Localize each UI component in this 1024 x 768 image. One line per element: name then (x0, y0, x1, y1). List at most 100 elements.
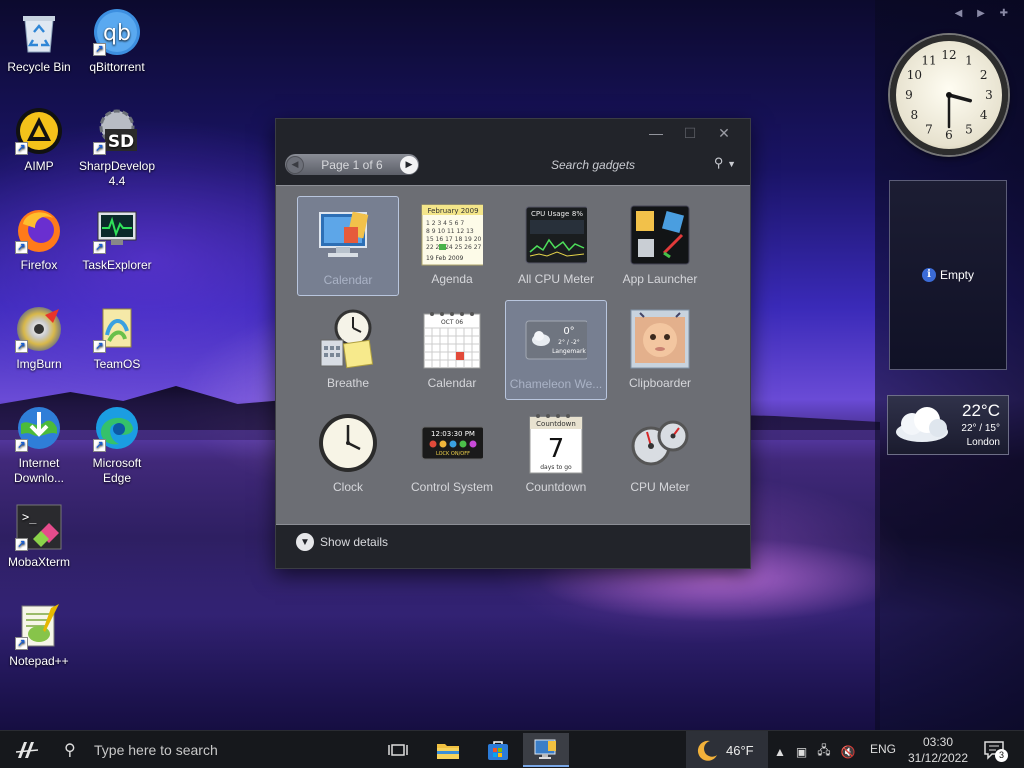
weather-city: London (966, 437, 1000, 448)
shortcut-arrow-icon: ↗ (15, 637, 28, 650)
taskbar: ⚲ Type here to search 46°F ▲ ▣ 🖧 🔇 ENG 0… (0, 730, 1024, 768)
desktop-icon-sharpdevelop[interactable]: SD ↗ SharpDevelop 4.4 (78, 107, 156, 189)
desktop-icon-label: Notepad++ (9, 654, 69, 668)
taskbar-weather-widget[interactable]: 46°F (686, 731, 768, 768)
aimp-icon: ↗ (15, 107, 63, 155)
cpu-meter-icon (629, 412, 691, 474)
desktop-icon-firefox[interactable]: ↗ Firefox (0, 206, 78, 273)
meet-now-icon[interactable]: ▣ (796, 745, 807, 759)
empty-gadget-label: Empty (939, 268, 974, 282)
system-tray: ▲ ▣ 🖧 🔇 (774, 741, 856, 762)
svg-text:8 9 10 11 12 13: 8 9 10 11 12 13 (426, 228, 474, 235)
clock-number: 7 (925, 123, 933, 137)
notification-center-button[interactable]: 3 (983, 739, 1008, 762)
countdown-title: Countdown (536, 420, 576, 428)
clock-number: 6 (945, 128, 953, 142)
search-icon: ⚲ (713, 155, 724, 170)
weather-gadget[interactable]: 22°C 22° / 15° London (887, 395, 1009, 455)
desktop-icon-label: Internet Downlo... (13, 456, 65, 485)
minimize-icon[interactable]: — (648, 125, 664, 142)
start-button[interactable] (14, 738, 40, 762)
previous-page-button[interactable]: ◀ (286, 155, 304, 174)
chevron-up-icon[interactable]: ▲ (774, 745, 786, 759)
close-icon[interactable]: ✕ (716, 125, 732, 142)
svg-text:1 2 3 4 5 6 7: 1 2 3 4 5 6 7 (426, 220, 464, 227)
next-page-button[interactable]: ▶ (399, 155, 418, 174)
file-explorer-button[interactable] (425, 733, 471, 767)
gadget-tile-agenda[interactable]: February 2009 1 2 3 4 5 6 78 9 10 11 12 1… (401, 196, 503, 296)
cpu-graph-icon: CPU Usage 8% (525, 204, 587, 266)
clock-number: 11 (921, 53, 936, 67)
desktop-icon-microsoft-edge[interactable]: ↗ Microsoft Edge (78, 404, 156, 486)
clock-number: 10 (907, 68, 922, 82)
windows-logo-icon (15, 742, 39, 758)
weather-thumb-city: Langemark (552, 348, 586, 355)
monitor-icon (317, 205, 379, 267)
page-navigator: ◀ Page 1 of 6 ▶ (285, 154, 419, 175)
microsoft-store-button[interactable] (475, 733, 521, 767)
firefox-icon: ↗ (15, 206, 63, 254)
gadget-tile-calendar[interactable]: OCT 06 Calendar (401, 300, 503, 400)
clock-number: 5 (965, 123, 973, 137)
desktop-icon-teamos[interactable]: ↗ TeamOS (78, 305, 156, 372)
clock-number: 2 (980, 68, 988, 82)
desktop-icon-notepad-plus-plus[interactable]: ↗ Notepad++ (0, 602, 78, 669)
network-icon[interactable]: 🖧 (817, 741, 830, 762)
show-details-toggle[interactable]: ▼ Show details (296, 533, 388, 551)
chevron-down-icon: ▼ (296, 533, 314, 551)
gadget-tile-breathe[interactable]: Breathe (297, 300, 399, 400)
task-view-button[interactable] (375, 733, 421, 767)
desktop-icon-internet-download-manager[interactable]: ↗ Internet Downlo... (0, 404, 78, 486)
gadget-name: Clock (332, 480, 363, 494)
maximize-icon[interactable]: ☐ (682, 125, 698, 142)
folder-icon (437, 744, 459, 759)
task-view-icon (388, 744, 408, 756)
gadget-tile-app-launcher[interactable]: App Launcher (609, 196, 711, 296)
gadget-tile-clipboarder[interactable]: Clipboarder (609, 300, 711, 400)
gadget-tile-calendar-selected[interactable]: Calendar (297, 196, 399, 296)
gadget-tile-chameleon-weather-selected[interactable]: 0° 2° / -2° Langemark Chameleon We... (505, 300, 607, 400)
svg-text:15 16 17 18 19 20: 15 16 17 18 19 20 (426, 236, 482, 243)
control-label: LOCK ON/OFF (436, 451, 470, 457)
gadget-tile-cpu-meter[interactable]: CPU Meter (609, 404, 711, 504)
gadget-gallery: Calendar February 2009 1 2 3 4 5 6 78 9 1… (276, 185, 750, 525)
desktop-icon-imgburn[interactable]: ↗ ImgBurn (0, 305, 78, 372)
show-details-label: Show details (320, 535, 389, 549)
gadget-tile-countdown[interactable]: Countdown 7 days to go Countdown (505, 404, 607, 504)
clipboarder-icon (629, 308, 691, 370)
desktop-icon-aimp[interactable]: ↗ AIMP (0, 107, 78, 174)
search-icon[interactable]: ⚲ (64, 740, 76, 760)
countdown-sub: days to go (540, 464, 572, 471)
gadgets-taskbar-button[interactable] (523, 733, 569, 767)
taskbar-search-input[interactable]: Type here to search (94, 742, 218, 758)
gadget-name: Breathe (326, 376, 370, 390)
shortcut-arrow-icon: ↗ (93, 43, 106, 56)
search-gadgets-input[interactable]: Search gadgets (551, 158, 635, 172)
volume-muted-icon[interactable]: 🔇 (841, 745, 856, 759)
empty-gadget[interactable]: i Empty (889, 180, 1007, 370)
gadget-tile-control-system[interactable]: 12:03:30 PM LOCK ON/OFF Control System (401, 404, 503, 504)
countdown-number: 7 (548, 434, 565, 464)
taskbar-weather-temp: 46°F (726, 742, 754, 758)
agenda-title: February 2009 (427, 207, 478, 215)
taskbar-time: 03:30 (922, 735, 954, 749)
sidebar-nav-arrows[interactable]: ◀ ▶ ✚ (955, 8, 1014, 19)
desktop-icon-recycle-bin[interactable]: Recycle Bin (0, 8, 78, 75)
clock-hour-hand (947, 93, 973, 103)
desktop-icon-mobaxterm[interactable]: >_ ↗ MobaXterm (0, 503, 78, 570)
shortcut-arrow-icon: ↗ (15, 340, 28, 353)
search-options-button[interactable]: ⚲ ▼ (714, 155, 736, 171)
qbittorrent-icon: qb ↗ (93, 8, 141, 56)
taskbar-clock[interactable]: 03:30 31/12/2022 (903, 734, 973, 766)
gadgets-monitor-icon (534, 739, 556, 759)
gadget-tile-all-cpu-meter[interactable]: CPU Usage 8% All CPU Meter (505, 196, 607, 296)
clock-gadget[interactable]: 12 1 2 3 4 5 6 7 8 9 10 11 (890, 35, 1008, 155)
desktop-icon-qbittorrent[interactable]: qb ↗ qBittorrent (78, 8, 156, 75)
language-indicator[interactable]: ENG (870, 742, 896, 756)
desktop-icon-label: MobaXterm (7, 555, 71, 569)
gadget-tile-clock[interactable]: Clock (297, 404, 399, 504)
desktop-icon-taskexplorer[interactable]: ↗ TaskExplorer (78, 206, 156, 273)
shortcut-arrow-icon: ↗ (15, 439, 28, 452)
clock-number: 3 (985, 88, 993, 102)
agenda-date: 19 Feb 2009 (426, 255, 464, 262)
